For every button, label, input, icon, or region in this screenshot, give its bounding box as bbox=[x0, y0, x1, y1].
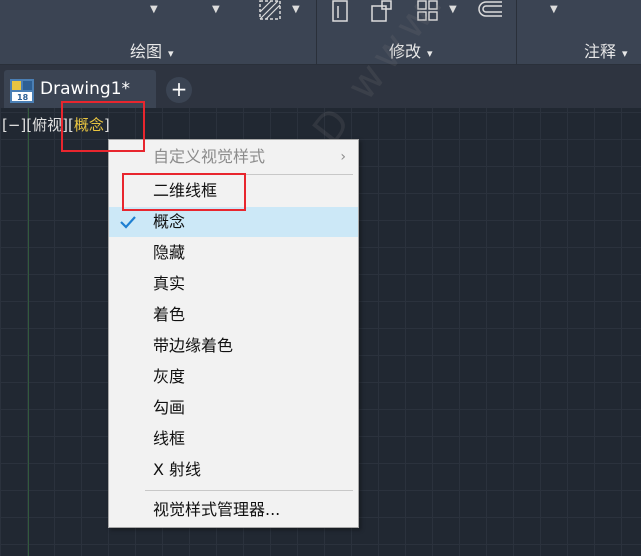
menu-item-custom-visual-style[interactable]: 自定义视觉样式 › bbox=[109, 142, 358, 172]
chevron-right-icon: › bbox=[340, 149, 346, 165]
ribbon-panel-draw[interactable]: 绘图 ▾ bbox=[130, 38, 174, 62]
menu-item-xray[interactable]: X 射线 bbox=[109, 455, 358, 485]
menu-item-visual-styles-manager[interactable]: 视觉样式管理器... bbox=[109, 495, 358, 525]
menu-item-label: 勾画 bbox=[153, 398, 186, 417]
menu-item-hidden[interactable]: 隐藏 bbox=[109, 238, 358, 268]
ribbon-panel-label: 绘图 bbox=[130, 42, 163, 61]
viewport-menu-control[interactable]: [−] bbox=[2, 116, 26, 134]
ribbon-panel-annotate[interactable]: 注释 ▾ bbox=[584, 38, 628, 62]
dropdown-arrow-icon[interactable]: ▼ bbox=[550, 4, 558, 15]
chevron-down-icon: ▾ bbox=[622, 47, 628, 60]
menu-item-shaded-with-edges[interactable]: 带边缘着色 bbox=[109, 331, 358, 361]
menu-item-label: 真实 bbox=[153, 274, 186, 293]
menu-item-label: 线框 bbox=[153, 429, 186, 448]
menu-item-wireframe[interactable]: 线框 bbox=[109, 424, 358, 454]
menu-item-label: 灰度 bbox=[153, 367, 186, 386]
menu-item-label: 视觉样式管理器... bbox=[153, 500, 281, 519]
dropdown-arrow-icon[interactable]: ▼ bbox=[212, 4, 220, 15]
app-logo-icon: 18 bbox=[10, 79, 34, 107]
menu-item-label: 概念 bbox=[153, 212, 186, 231]
tab-label: Drawing1* bbox=[40, 79, 131, 99]
menu-item-label: 着色 bbox=[153, 305, 186, 324]
dropdown-arrow-icon[interactable]: ▼ bbox=[150, 4, 158, 15]
y-axis-line bbox=[28, 108, 29, 556]
menu-item-label: 带边缘着色 bbox=[153, 336, 234, 355]
menu-item-label: 自定义视觉样式 bbox=[153, 147, 266, 166]
menu-item-conceptual[interactable]: 概念 bbox=[109, 207, 358, 237]
chevron-down-icon: ▾ bbox=[427, 47, 433, 60]
menu-item-sketchy[interactable]: 勾画 bbox=[109, 393, 358, 423]
menu-item-label: X 射线 bbox=[153, 460, 202, 479]
stretch-icon[interactable] bbox=[330, 0, 354, 28]
highlight-box-2d-wireframe bbox=[122, 173, 246, 211]
menu-item-shades-of-gray[interactable]: 灰度 bbox=[109, 362, 358, 392]
menu-item-shaded[interactable]: 着色 bbox=[109, 300, 358, 330]
ribbon: ▼ ▼ ▼ ▼ ▼ 绘图 ▾ 修改 ▾ 注释 ▾ bbox=[0, 0, 641, 65]
add-tab-button[interactable]: + bbox=[166, 77, 192, 103]
view-control[interactable]: 俯视 bbox=[32, 114, 62, 135]
ribbon-separator bbox=[316, 0, 317, 64]
menu-separator bbox=[145, 490, 353, 491]
svg-text:18: 18 bbox=[17, 93, 29, 102]
menu-item-realistic[interactable]: 真实 bbox=[109, 269, 358, 299]
dropdown-arrow-icon[interactable]: ▼ bbox=[292, 4, 300, 15]
menu-item-label: 隐藏 bbox=[153, 243, 186, 262]
highlight-box-visual-style bbox=[61, 101, 145, 152]
ribbon-panel-label: 注释 bbox=[584, 42, 617, 61]
hatch-icon[interactable] bbox=[258, 0, 284, 28]
chevron-down-icon: ▾ bbox=[168, 47, 174, 60]
ribbon-separator bbox=[516, 0, 517, 64]
offset-icon[interactable] bbox=[476, 0, 504, 28]
